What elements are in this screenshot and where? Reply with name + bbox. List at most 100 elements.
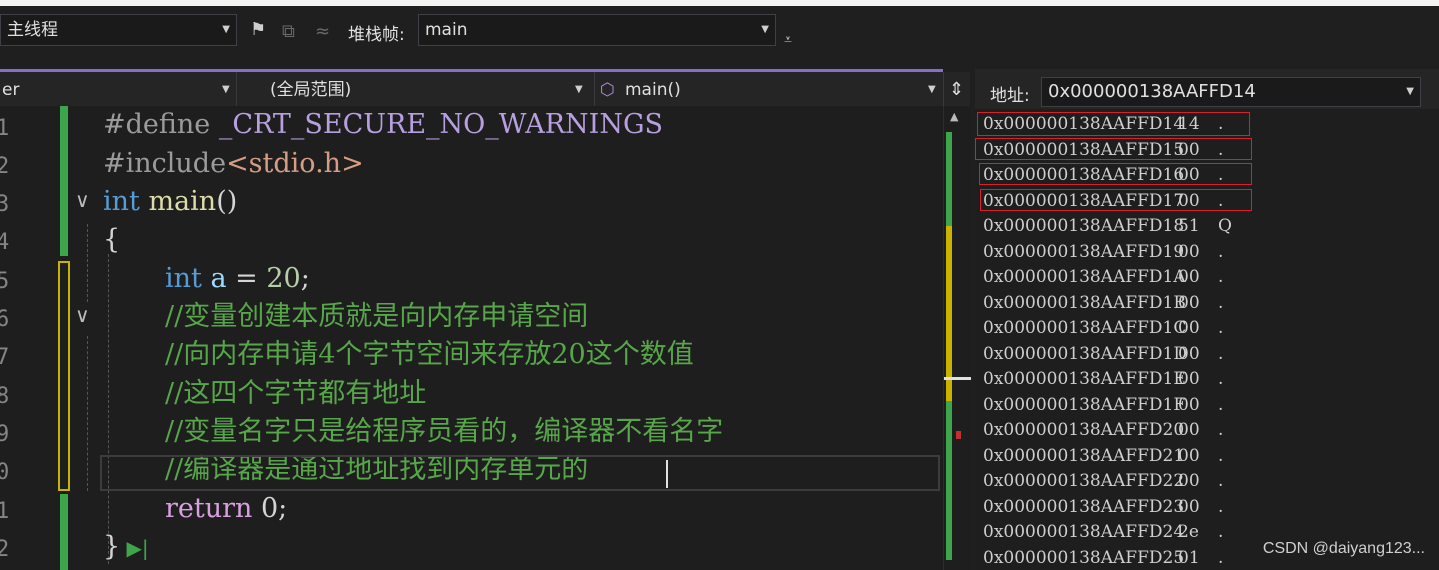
thread-combo[interactable]: 主线程 ▼ <box>0 14 237 46</box>
return-keyword: return <box>165 493 253 524</box>
memory-address: 0x000000138AAFFD19 <box>983 241 1185 262</box>
run-to-cursor-icon[interactable]: ▶| <box>120 536 149 560</box>
memory-row[interactable]: 0x000000138AAFFD2501. <box>983 546 1223 570</box>
preprocessor-keyword: #define <box>103 109 211 140</box>
line-number: 4 <box>0 230 10 255</box>
preprocessor-keyword: #include <box>103 148 227 179</box>
memory-address: 0x000000138AAFFD1B <box>983 292 1186 313</box>
memory-row[interactable]: 0x000000138AAFFD1C00. <box>983 316 1223 340</box>
memory-row[interactable]: 0x000000138AAFFD2100. <box>983 444 1223 468</box>
function-dropdown[interactable]: main() <box>625 78 681 102</box>
line-number: 9 <box>0 422 10 447</box>
stack-frame-combo[interactable]: main ▼ <box>418 14 776 46</box>
memory-address: 0x000000138AAFFD24 <box>983 522 1185 542</box>
editor-navigation-bar: er ▼ (全局范围) ▼ ⬡ main() ▼ ⇕ <box>0 72 970 107</box>
code-line-9: //变量名字只是给程序员看的，编译器不看名字 <box>165 416 724 447</box>
address-label: 地址: <box>990 86 1030 106</box>
memory-char-value: . <box>1218 369 1224 389</box>
code-line-2: #include<stdio.h> <box>103 146 364 182</box>
fold-collapse-icon[interactable]: ∨ <box>75 303 90 327</box>
memory-row[interactable]: 0x000000138AAFFD1B00. <box>983 291 1223 315</box>
line-number: 7 <box>0 345 10 370</box>
include-header: <stdio.h> <box>226 148 364 179</box>
memory-address: 0x000000138AAFFD1D <box>983 343 1187 364</box>
indent-guide <box>108 254 110 564</box>
memory-char-value: . <box>1218 267 1224 287</box>
code-line-12: } ▶| <box>103 529 149 566</box>
line-number: 2 <box>0 154 10 179</box>
fold-collapse-icon[interactable]: ∨ <box>75 188 90 212</box>
editor-vertical-scrollbar[interactable]: ▲ <box>943 106 971 570</box>
code-editor[interactable]: 1 2 3 4 5 6 7 8 9 0 1 2 ∨ ∨ #define _CRT… <box>0 106 943 570</box>
scroll-up-icon[interactable]: ▲ <box>950 110 958 123</box>
memory-row[interactable]: 0x000000138AAFFD242e. <box>983 520 1223 544</box>
memory-address: 0x000000138AAFFD22 <box>983 471 1185 491</box>
memory-row[interactable]: 0x000000138AAFFD2200. <box>983 469 1223 493</box>
thread-combo-value: 主线程 <box>7 20 58 40</box>
code-line-6: //变量创建本质就是向内存申请空间 <box>165 301 589 332</box>
memory-row[interactable]: 0x000000138AAFFD1851 Q <box>983 214 1232 238</box>
flag-icon[interactable]: ⚑ <box>250 20 266 40</box>
highlight-box <box>980 189 1252 211</box>
memory-address: 0x000000138AAFFD1F <box>983 394 1186 415</box>
memory-char-value: . <box>1218 343 1224 364</box>
code-line-4: { <box>103 222 120 258</box>
memory-address: 0x000000138AAFFD1A <box>983 267 1186 287</box>
toolbar-overflow-icon[interactable]: ⩡ <box>784 30 792 50</box>
memory-hex-value: 00 <box>1178 318 1200 338</box>
memory-address: 0x000000138AAFFD20 <box>983 420 1185 440</box>
highlight-box <box>975 138 1252 160</box>
chevron-down-icon: ▼ <box>222 84 230 95</box>
watermark: CSDN @daiyang123... <box>1262 540 1425 557</box>
chevron-down-icon: ▼ <box>761 24 769 35</box>
brace: { <box>103 224 121 255</box>
code-line-11: return 0; <box>165 491 287 527</box>
line-number: 8 <box>0 384 10 409</box>
text-caret <box>666 460 668 488</box>
address-input[interactable]: 0x000000138AAFFD14 ▼ <box>1041 77 1421 107</box>
memory-row[interactable]: 0x000000138AAFFD1D00. <box>983 342 1223 366</box>
memory-address: 0x000000138AAFFD18 <box>983 216 1185 236</box>
memory-char-value: . <box>1218 394 1224 415</box>
highlight-box <box>979 163 1252 185</box>
memory-row[interactable]: 0x000000138AAFFD2000. <box>983 418 1223 442</box>
line-number: 1 <box>0 499 10 524</box>
memory-char-value: . <box>1218 241 1224 262</box>
number-literal: 20 <box>266 263 301 294</box>
memory-hex-value: 2e <box>1178 522 1199 542</box>
memory-row[interactable]: 0x000000138AAFFD1A00. <box>983 265 1223 289</box>
memory-row[interactable]: 0x000000138AAFFD2300. <box>983 495 1223 519</box>
project-dropdown[interactable]: er <box>2 78 19 102</box>
memory-hex-value: 00 <box>1178 496 1200 517</box>
code-line-3: int main() <box>103 184 237 220</box>
highlight-box <box>977 112 1250 136</box>
return-value: 0; <box>252 493 288 524</box>
code-line-1: #define _CRT_SECURE_NO_WARNINGS <box>103 107 663 143</box>
memory-hex-value: 00 <box>1178 343 1200 364</box>
memory-address: 0x000000138AAFFD25 <box>983 547 1185 568</box>
code-line-5: int a = 20; <box>165 261 310 297</box>
memory-hex-value: 00 <box>1178 471 1200 491</box>
scrollbar-caret-marker <box>944 377 971 380</box>
memory-row[interactable]: 0x000000138AAFFD1F00. <box>983 393 1223 417</box>
line-number: 5 <box>0 269 10 294</box>
current-line-highlight <box>100 455 940 491</box>
line-number: 2 <box>0 537 10 562</box>
chevron-down-icon: ▼ <box>575 84 583 95</box>
show-threads-icon[interactable]: ≈ <box>315 22 330 42</box>
memory-char-value: . <box>1218 445 1224 466</box>
code-line-8: //这四个字节都有地址 <box>165 378 427 409</box>
scope-dropdown[interactable]: (全局范围) <box>270 78 351 102</box>
memory-header: 地址: 0x000000138AAFFD14 ▼ <box>975 69 1439 109</box>
memory-row[interactable]: 0x000000138AAFFD1900. <box>983 240 1223 264</box>
function-cube-icon: ⬡ <box>600 80 615 100</box>
memory-hex-value: 51 <box>1178 216 1200 236</box>
memory-row[interactable]: 0x000000138AAFFD1E00. <box>983 367 1223 391</box>
saved-change-bar <box>60 106 68 256</box>
memory-address: 0x000000138AAFFD21 <box>983 445 1185 466</box>
nav-separator <box>236 72 237 106</box>
nav-separator <box>943 72 944 106</box>
line-number: 1 <box>0 116 10 141</box>
split-window-icon[interactable]: ⇕ <box>949 78 964 102</box>
flag-threads-icon[interactable]: ⧉ <box>282 22 295 42</box>
